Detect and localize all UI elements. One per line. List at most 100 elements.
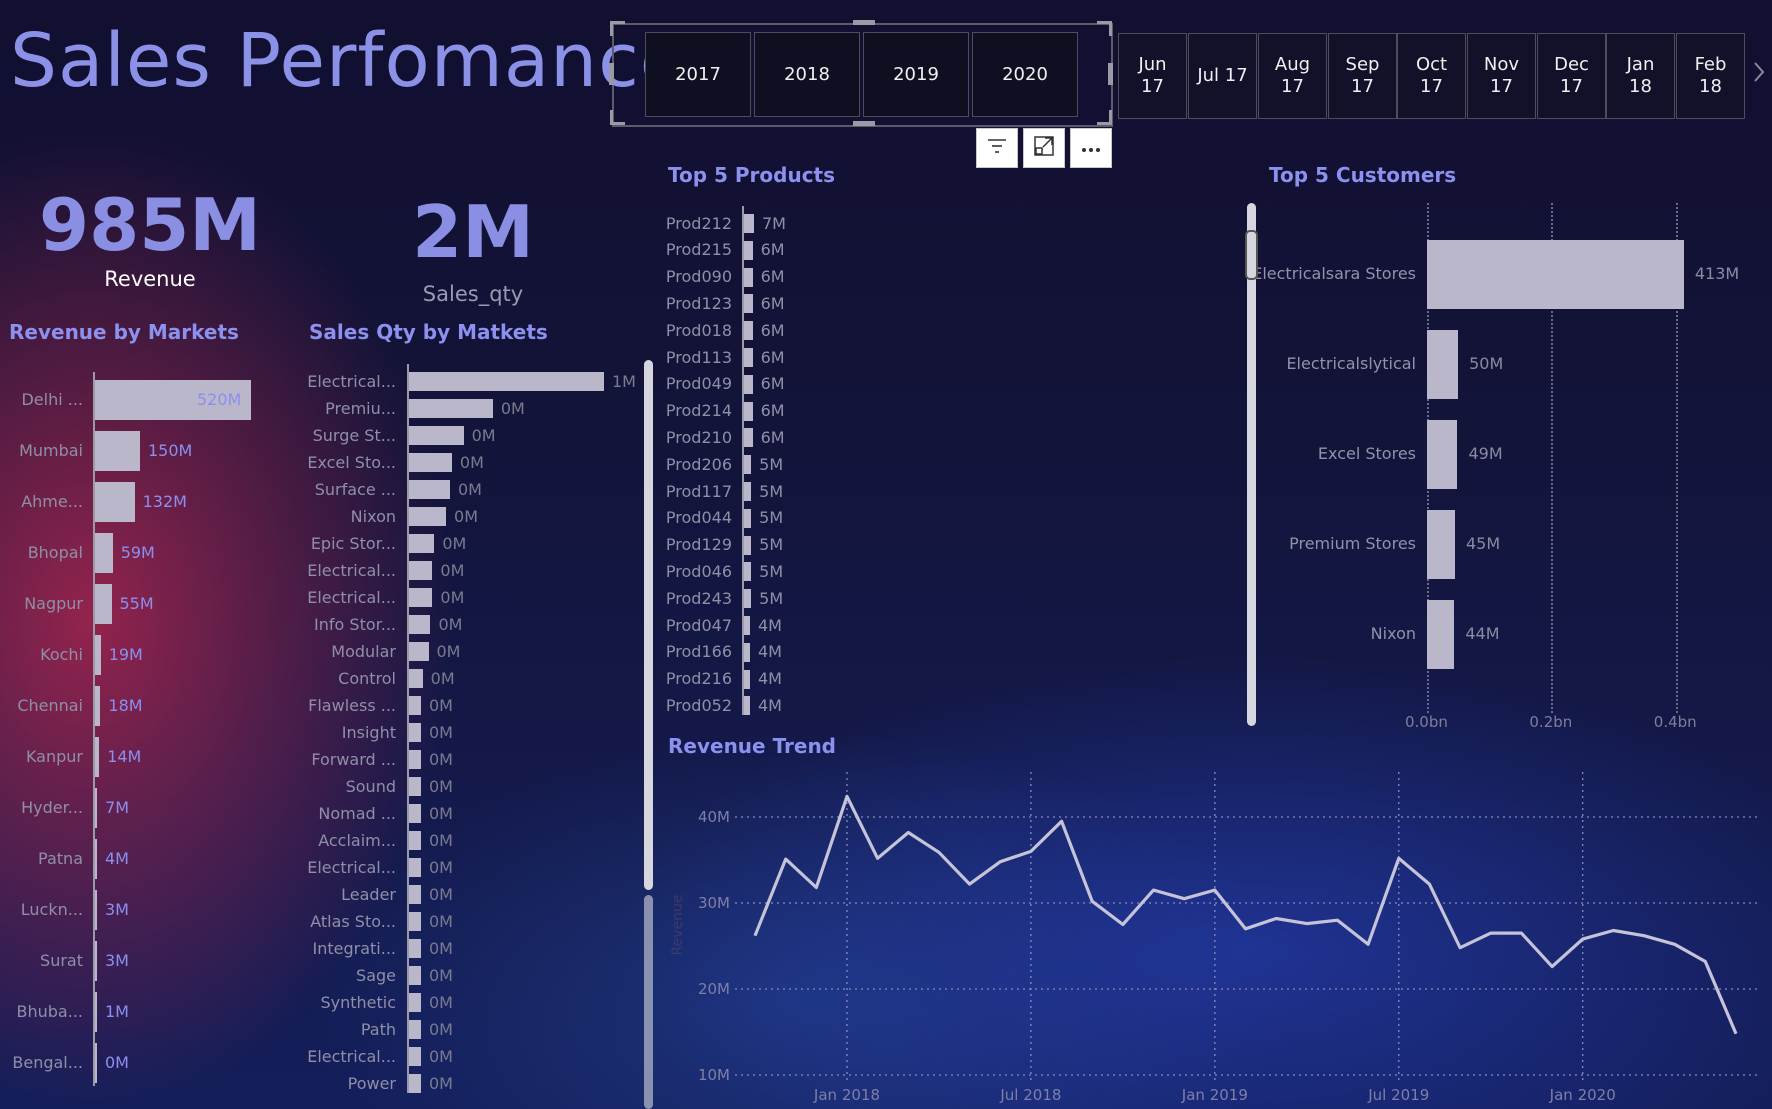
sales-qty-market-bar	[409, 831, 421, 850]
sales-qty-market-value: 0M	[429, 776, 453, 796]
year-slicer[interactable]: 2017 2018 2019 2020	[609, 20, 1113, 127]
top-product-label: Prod166	[665, 642, 732, 662]
month-sep-17-button[interactable]: Sep 17	[1328, 33, 1397, 119]
resize-handle-right[interactable]	[1108, 63, 1113, 85]
sales-qty-market-value: 0M	[429, 965, 453, 985]
month-jul-17-button[interactable]: Jul 17	[1188, 33, 1257, 119]
top-product-label: Prod212	[665, 213, 732, 233]
revenue-market-bar	[95, 431, 140, 471]
sales-qty-market-bar	[409, 480, 450, 499]
sales-qty-market-label: Nomad ...	[318, 803, 396, 823]
top-customers-title: Top 5 Customers	[1269, 163, 1457, 187]
revenue-market-axis	[93, 372, 95, 1086]
more-options-button[interactable]	[1070, 128, 1112, 168]
top-product-label: Prod049	[665, 374, 732, 394]
sales-qty-market-bar	[409, 372, 604, 391]
month-feb-18-button[interactable]: Feb 18	[1676, 33, 1745, 119]
revenue-market-label: Bhopal	[27, 543, 83, 562]
revenue-market-label: Patna	[38, 849, 83, 868]
revenue-market-value: 18M	[108, 696, 143, 715]
sales-qty-market-label: Forward ...	[311, 749, 396, 769]
top-product-label: Prod129	[665, 535, 732, 555]
sales-qty-market-bar	[409, 615, 431, 634]
top-product-bar	[744, 589, 752, 609]
sales-qty-market-value: 0M	[430, 668, 455, 688]
month-nov-17-button[interactable]: Nov 17	[1467, 33, 1536, 119]
top-product-bar	[744, 482, 752, 501]
top-product-value: 4M	[758, 669, 782, 689]
revenue-market-bar	[95, 533, 113, 573]
more-options-icon	[1080, 139, 1102, 158]
filter-button[interactable]	[976, 128, 1018, 168]
chevron-right-icon[interactable]	[1752, 60, 1766, 84]
month-aug-17-button[interactable]: Aug 17	[1258, 33, 1327, 119]
top-products-scrollbar[interactable]	[1247, 203, 1256, 726]
sales-qty-market-value: 0M	[429, 803, 453, 823]
sales-qty-market-bar	[409, 966, 421, 985]
sales-qty-scrollbar[interactable]	[644, 360, 653, 890]
resize-handle-top[interactable]	[853, 20, 875, 25]
revenue-kpi-label: Revenue	[104, 267, 196, 291]
sales-qty-market-bar	[409, 399, 493, 418]
sales-qty-market-bar	[409, 858, 421, 877]
sales-qty-market-bar	[409, 885, 421, 904]
customer-axis-tick: 0.4bn	[1653, 713, 1697, 731]
top-product-label: Prod117	[665, 481, 732, 501]
sales-qty-market-value: 0M	[429, 1019, 453, 1039]
sales-qty-market-bar	[409, 561, 433, 580]
top-product-label: Prod018	[665, 320, 732, 340]
trend-y-tick-label: 10M	[698, 1066, 730, 1084]
top-product-value: 6M	[760, 374, 785, 394]
sales-qty-market-bar	[409, 426, 464, 445]
top-product-label: Prod123	[665, 293, 732, 313]
sales-qty-market-value: 0M	[429, 911, 453, 931]
sales-qty-market-label: Electrical...	[307, 560, 396, 580]
month-jan-18-button[interactable]: Jan 18	[1606, 33, 1675, 119]
top-product-value: 4M	[758, 695, 782, 715]
sales-qty-market-axis	[407, 364, 409, 1093]
focus-mode-button[interactable]	[1023, 128, 1065, 168]
month-oct-17-button[interactable]: Oct 17	[1397, 33, 1466, 119]
revenue-market-value: 19M	[108, 645, 143, 664]
sales-qty-market-value: 0M	[429, 857, 453, 877]
top-product-bar	[744, 321, 753, 341]
sales-qty-market-label: Info Stor...	[314, 614, 396, 634]
year-2018-button[interactable]: 2018	[754, 32, 860, 117]
top-product-value: 5M	[759, 454, 784, 474]
top-products-scrollbar-thumb[interactable]	[1245, 230, 1258, 280]
month-jun-17-button[interactable]: Jun 17	[1118, 33, 1187, 119]
revenue-market-bar	[95, 890, 97, 930]
top-product-value: 6M	[760, 267, 785, 287]
top-product-value: 6M	[760, 293, 785, 313]
sales-qty-market-value: 0M	[442, 533, 467, 553]
top-product-bar	[744, 428, 753, 448]
revenue-market-label: Delhi ...	[21, 390, 83, 409]
top-product-axis	[742, 206, 744, 716]
sales-qty-market-bar	[409, 804, 421, 823]
year-2020-button[interactable]: 2020	[972, 32, 1078, 117]
customer-bar	[1427, 240, 1684, 309]
month-dec-17-button[interactable]: Dec 17	[1537, 33, 1606, 119]
top-product-bar	[744, 240, 753, 260]
revenue-kpi-card: 985M Revenue	[30, 183, 270, 291]
top-product-value: 5M	[759, 561, 784, 581]
revenue-market-value: 4M	[105, 849, 129, 868]
top-product-label: Prod052	[665, 695, 732, 715]
resize-handle-bottom[interactable]	[853, 121, 875, 126]
revenue-market-bar	[95, 635, 101, 675]
sales-qty-market-bar	[409, 912, 421, 931]
sales-qty-scrollbar-lower[interactable]	[644, 895, 653, 1109]
revenue-market-label: Chennai	[17, 696, 83, 715]
year-2019-button[interactable]: 2019	[863, 32, 969, 117]
top-product-label: Prod243	[665, 588, 732, 608]
trend-y-axis-title: Revenue	[670, 895, 686, 956]
top-product-bar	[744, 642, 750, 662]
revenue-market-label: Bengal...	[12, 1053, 83, 1072]
resize-handle-left[interactable]	[609, 63, 614, 85]
revenue-market-label: Kanpur	[25, 747, 83, 766]
top-product-label: Prod090	[665, 267, 732, 287]
sales-qty-market-label: Insight	[341, 722, 396, 742]
sales-qty-market-value: 0M	[457, 479, 482, 499]
year-2017-button[interactable]: 2017	[645, 32, 751, 117]
top-product-bar	[744, 508, 752, 528]
